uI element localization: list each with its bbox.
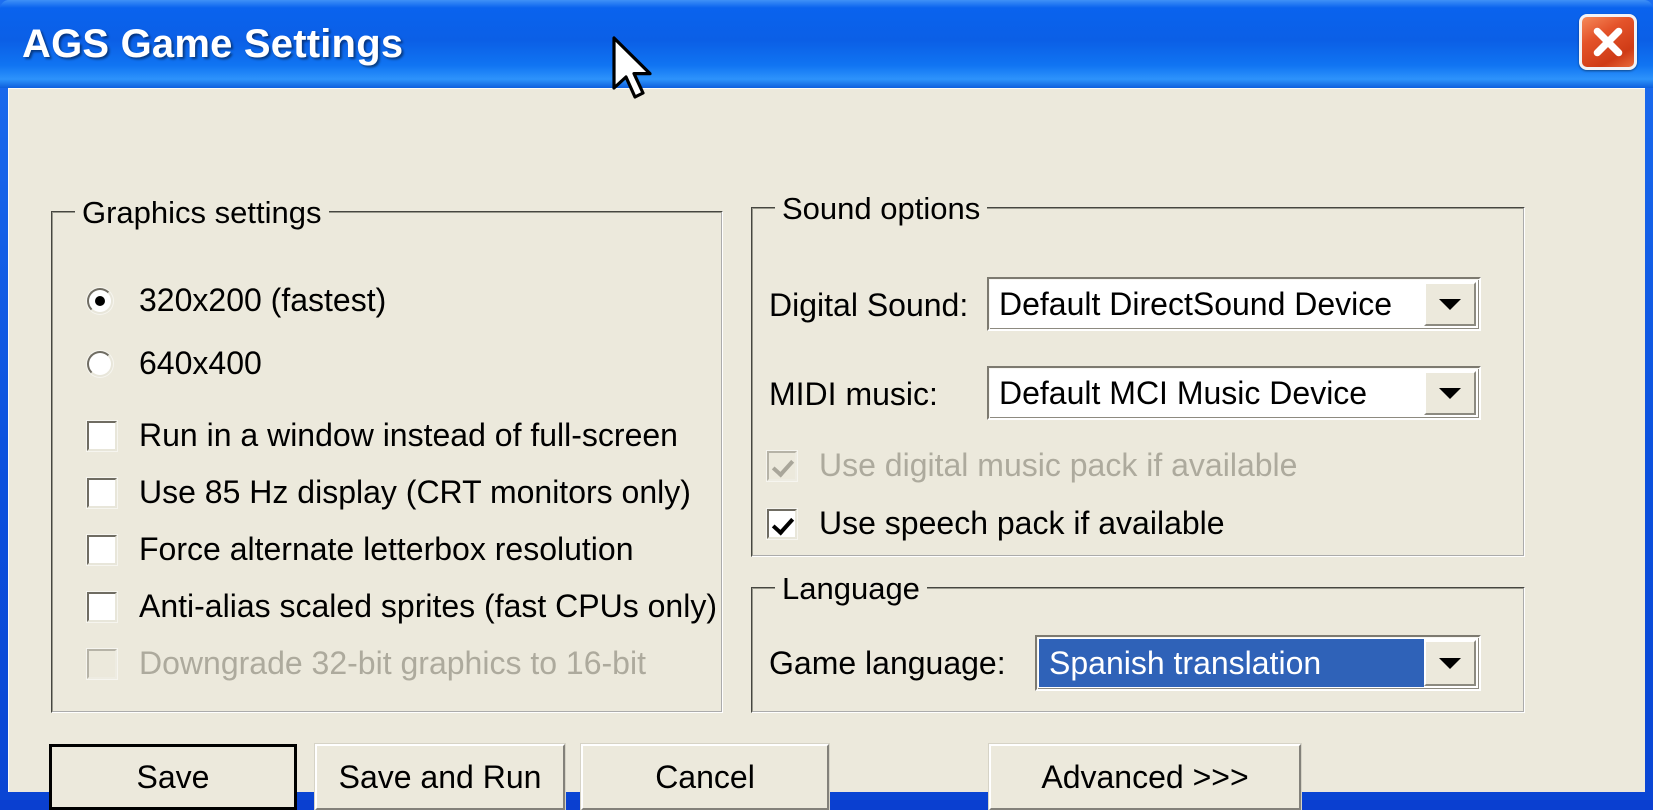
advanced-button[interactable]: Advanced >>> xyxy=(989,744,1301,810)
chevron-down-icon[interactable] xyxy=(1424,282,1476,326)
digital-sound-value: Default DirectSound Device xyxy=(999,285,1393,322)
checkbox-speech-pack-label: Use speech pack if available xyxy=(819,505,1225,541)
radio-640x400-indicator[interactable] xyxy=(87,350,113,377)
radio-640x400[interactable]: 640x400 xyxy=(87,345,262,382)
midi-music-value: Default MCI Music Device xyxy=(999,374,1368,411)
digital-sound-label: Digital Sound: xyxy=(769,287,969,323)
cancel-button[interactable]: Cancel xyxy=(581,744,829,810)
save-and-run-button[interactable]: Save and Run xyxy=(315,744,565,810)
radio-320x200[interactable]: 320x200 (fastest) xyxy=(87,282,386,319)
checkbox-downgrade-16bit: Downgrade 32-bit graphics to 16-bit xyxy=(87,645,646,682)
checkbox-letterbox[interactable]: Force alternate letterbox resolution xyxy=(87,531,633,568)
checkbox-antialias-label: Anti-alias scaled sprites (fast CPUs onl… xyxy=(139,588,717,624)
game-language-value: Spanish translation xyxy=(1039,639,1424,687)
checkbox-speech-pack[interactable]: Use speech pack if available xyxy=(767,505,1225,542)
save-button-label: Save xyxy=(136,758,210,795)
game-language-combobox[interactable]: Spanish translation xyxy=(1035,635,1481,691)
checkbox-digital-music-pack: Use digital music pack if available xyxy=(767,447,1297,484)
close-icon[interactable] xyxy=(1579,14,1637,70)
checkbox-digital-music-pack-label: Use digital music pack if available xyxy=(819,447,1298,483)
checkbox-antialias-box[interactable] xyxy=(87,591,117,622)
graphics-group-title: Graphics settings xyxy=(75,195,329,231)
checkbox-antialias[interactable]: Anti-alias scaled sprites (fast CPUs onl… xyxy=(87,588,717,625)
checkbox-downgrade-16bit-label: Downgrade 32-bit graphics to 16-bit xyxy=(139,645,646,681)
dialog-client-area: Graphics settings 320x200 (fastest) 640x… xyxy=(8,88,1645,810)
checkbox-run-in-window[interactable]: Run in a window instead of full-screen xyxy=(87,417,678,454)
checkbox-speech-pack-box[interactable] xyxy=(767,508,797,539)
checkbox-letterbox-label: Force alternate letterbox resolution xyxy=(139,531,634,567)
midi-music-combobox[interactable]: Default MCI Music Device xyxy=(987,366,1481,420)
save-button[interactable]: Save xyxy=(49,744,297,810)
sound-group-title: Sound options xyxy=(775,191,988,227)
radio-640x400-label: 640x400 xyxy=(139,345,262,381)
checkbox-85hz-label: Use 85 Hz display (CRT monitors only) xyxy=(139,474,691,510)
game-language-label: Game language: xyxy=(769,645,1006,681)
title-bar[interactable]: AGS Game Settings xyxy=(0,0,1653,88)
chevron-down-icon[interactable] xyxy=(1424,640,1476,686)
checkbox-downgrade-16bit-box xyxy=(87,648,117,679)
checkbox-letterbox-box[interactable] xyxy=(87,534,117,565)
radio-320x200-label: 320x200 (fastest) xyxy=(139,282,387,318)
chevron-down-icon[interactable] xyxy=(1424,371,1476,415)
checkbox-digital-music-pack-box xyxy=(767,450,797,481)
digital-sound-combobox[interactable]: Default DirectSound Device xyxy=(987,277,1481,331)
window-title: AGS Game Settings xyxy=(22,22,404,66)
advanced-button-label: Advanced >>> xyxy=(1041,758,1249,795)
radio-320x200-indicator[interactable] xyxy=(87,287,113,314)
close-x-glyph xyxy=(1593,27,1623,57)
checkbox-run-in-window-label: Run in a window instead of full-screen xyxy=(139,417,678,453)
cancel-button-label: Cancel xyxy=(655,758,755,795)
language-group-title: Language xyxy=(775,571,927,607)
checkbox-85hz[interactable]: Use 85 Hz display (CRT monitors only) xyxy=(87,474,691,511)
checkbox-run-in-window-box[interactable] xyxy=(87,420,117,451)
checkbox-85hz-box[interactable] xyxy=(87,477,117,508)
save-and-run-button-label: Save and Run xyxy=(338,758,542,795)
midi-music-label: MIDI music: xyxy=(769,376,938,412)
dialog-window: AGS Game Settings Graphics settings 320x… xyxy=(0,0,1653,810)
